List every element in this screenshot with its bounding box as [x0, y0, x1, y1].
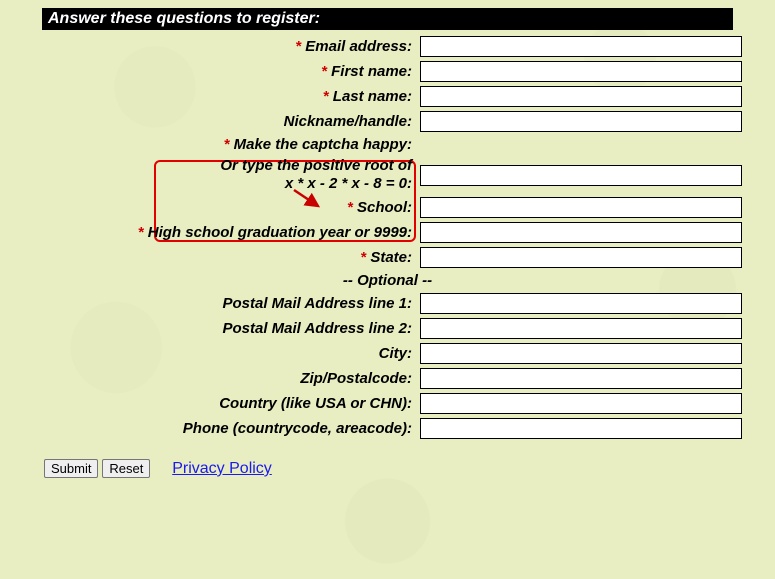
- captcha-input[interactable]: [420, 165, 742, 186]
- label-addr2: Postal Mail Address line 2:: [0, 316, 416, 341]
- label-phone-text: Phone (countrycode, areacode):: [183, 420, 412, 437]
- label-country-text: Country (like USA or CHN):: [219, 395, 412, 412]
- label-last-text: Last name:: [333, 88, 412, 105]
- addr1-input[interactable]: [420, 293, 742, 314]
- addr2-input[interactable]: [420, 318, 742, 339]
- required-mark: *: [224, 136, 230, 153]
- registration-form: * Email address: * First name: * Last na…: [0, 34, 775, 441]
- required-mark: *: [321, 63, 327, 80]
- label-zip-text: Zip/Postalcode:: [300, 370, 412, 387]
- city-input[interactable]: [420, 343, 742, 364]
- label-addr2-text: Postal Mail Address line 2:: [223, 320, 413, 337]
- form-banner: Answer these questions to register:: [42, 8, 733, 30]
- label-first: * First name:: [0, 59, 416, 84]
- required-mark: *: [360, 249, 366, 266]
- nickname-input[interactable]: [420, 111, 742, 132]
- grad-year-input[interactable]: [420, 222, 742, 243]
- label-school: * School:: [0, 195, 416, 220]
- privacy-link[interactable]: Privacy Policy: [172, 460, 272, 477]
- label-nick: Nickname/handle:: [0, 109, 416, 134]
- last-name-input[interactable]: [420, 86, 742, 107]
- label-captcha-line3-text: x * x - 2 * x - 8 = 0:: [4, 175, 412, 193]
- country-input[interactable]: [420, 393, 742, 414]
- label-grad: * High school graduation year or 9999:: [0, 220, 416, 245]
- label-captcha-line2: Or type the positive root of x * x - 2 *…: [0, 155, 416, 195]
- label-city: City:: [0, 341, 416, 366]
- reset-button[interactable]: Reset: [102, 459, 150, 478]
- label-city-text: City:: [379, 345, 412, 362]
- optional-divider: -- Optional --: [0, 270, 775, 291]
- label-state-text: State:: [370, 249, 412, 266]
- label-captcha-line1: * Make the captcha happy:: [0, 134, 416, 155]
- label-captcha-line2-text: Or type the positive root of: [4, 157, 412, 175]
- label-addr1-text: Postal Mail Address line 1:: [223, 295, 413, 312]
- required-mark: *: [347, 199, 353, 216]
- label-captcha-line1-text: Make the captcha happy:: [234, 136, 412, 153]
- label-zip: Zip/Postalcode:: [0, 366, 416, 391]
- state-input[interactable]: [420, 247, 742, 268]
- label-grad-text: High school graduation year or 9999:: [148, 224, 412, 241]
- required-mark: *: [295, 38, 301, 55]
- label-nick-text: Nickname/handle:: [284, 113, 412, 130]
- submit-button[interactable]: Submit: [44, 459, 98, 478]
- phone-input[interactable]: [420, 418, 742, 439]
- zip-input[interactable]: [420, 368, 742, 389]
- label-last: * Last name:: [0, 84, 416, 109]
- label-country: Country (like USA or CHN):: [0, 391, 416, 416]
- school-input[interactable]: [420, 197, 742, 218]
- label-email: * Email address:: [0, 34, 416, 59]
- required-mark: *: [323, 88, 329, 105]
- label-email-text: Email address:: [305, 38, 412, 55]
- label-phone: Phone (countrycode, areacode):: [0, 416, 416, 441]
- email-input[interactable]: [420, 36, 742, 57]
- label-first-text: First name:: [331, 63, 412, 80]
- first-name-input[interactable]: [420, 61, 742, 82]
- required-mark: *: [138, 224, 144, 241]
- label-state: * State:: [0, 245, 416, 270]
- label-school-text: School:: [357, 199, 412, 216]
- label-addr1: Postal Mail Address line 1:: [0, 291, 416, 316]
